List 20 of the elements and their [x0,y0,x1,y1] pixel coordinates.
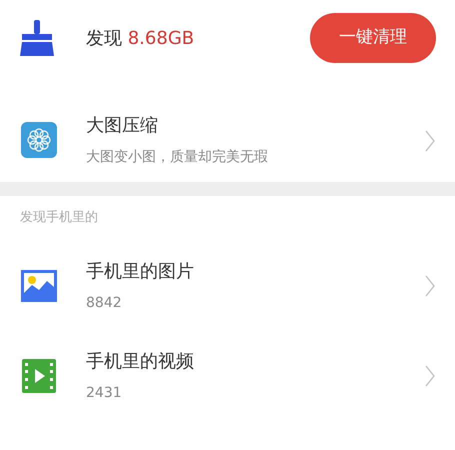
item-count: 8842 [86,294,123,312]
image-icon [20,268,58,302]
list-item[interactable]: 手机里的视频 2431 [0,314,455,404]
chevron-icon [425,275,435,298]
film-icon [21,358,57,394]
chevron-icon [425,130,435,152]
section-title: 发现手机里的 [19,209,99,227]
item-title: 手机里的视频 [86,350,195,374]
list-item[interactable]: 大图压缩 大图变小图，质量却完美无瑕 [0,76,455,168]
list-item[interactable]: 手机里的图片 8842 [0,228,455,314]
item-count: 2431 [86,384,123,402]
item-title: 手机里的图片 [86,260,195,284]
flower-icon [21,122,57,158]
found-label: 发现 [86,28,122,48]
found-size: 8.68GB [128,28,194,48]
item-title: 大图压缩 [86,114,159,138]
broom-icon [18,20,56,56]
item-subtitle: 大图变小图，质量却完美无瑕 [86,148,269,167]
chevron-icon [425,365,435,388]
clean-button[interactable]: 一键清理 [310,13,436,63]
